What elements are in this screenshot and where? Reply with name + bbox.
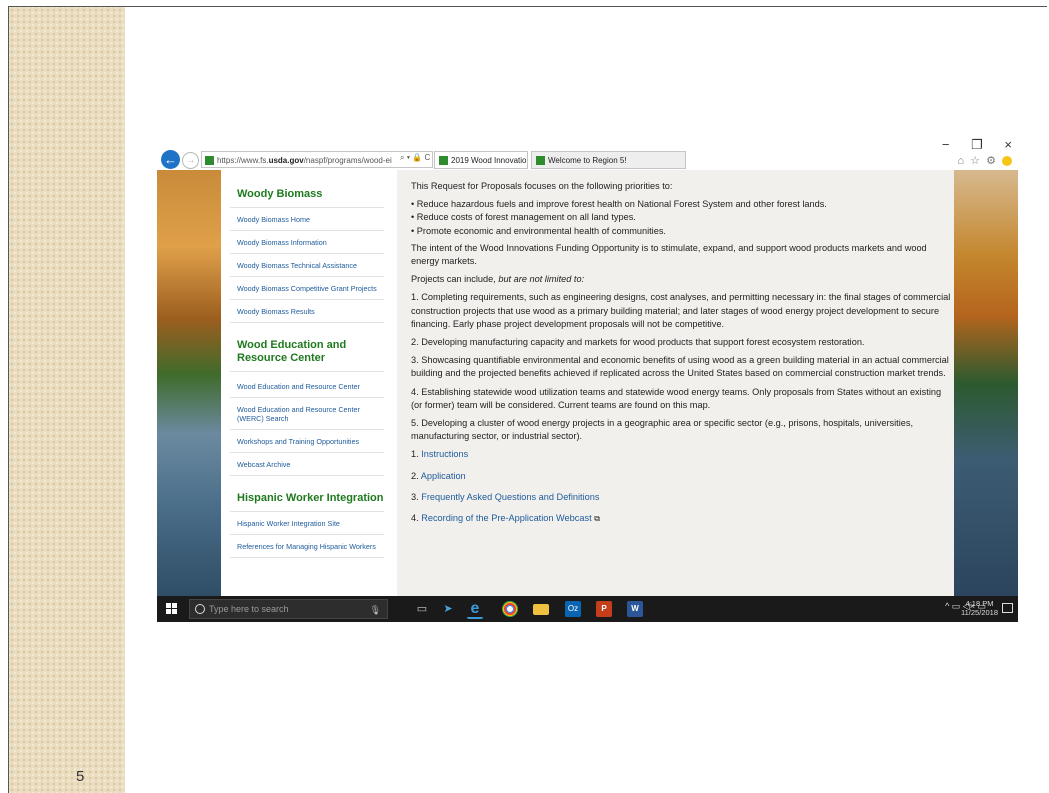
sidebar-link[interactable]: Workshops and Training Opportunities (230, 430, 384, 453)
intent-text: The intent of the Wood Innovations Fundi… (411, 242, 927, 267)
windows-start-icon[interactable] (166, 603, 177, 614)
project-item: 4. Establishing statewide wood utilizati… (411, 386, 942, 410)
browser-right-icons: ⌂ ☆ ⚙ (954, 154, 1012, 167)
address-bar-icons[interactable]: ⌕ ▾ 🔒 C (400, 153, 430, 163)
sidebar: Woody Biomass Woody Biomass Home Woody B… (221, 170, 397, 596)
sidebar-link[interactable]: Woody Biomass Information (230, 231, 384, 254)
projects-intro: Projects can include, but are not limite… (411, 274, 585, 285)
task-view-icon[interactable]: ▭ (414, 601, 430, 617)
sidebar-link[interactable]: References for Managing Hispanic Workers (230, 535, 384, 558)
tab-wood-innovations[interactable]: 2019 Wood Innovations Pro...× (434, 151, 528, 169)
webcast-recording-link[interactable]: Recording of the Pre-Application Webcast (421, 513, 591, 523)
doc-link-item: 3. Frequently Asked Questions and Defini… (411, 491, 600, 502)
sidebar-link[interactable]: Woody Biomass Results (230, 300, 384, 323)
sidebar-heading-werc: Wood Education and Resource Center (230, 323, 384, 372)
browser-screenshot: − ❐ × ← → https://www.fs.usda.gov/naspf/… (157, 134, 1018, 622)
browser-toolbar: − ❐ × ← → https://www.fs.usda.gov/naspf/… (157, 134, 1018, 170)
microphone-icon[interactable]: 🎙 (370, 601, 381, 619)
project-item: 2. Developing manufacturing capacity and… (411, 337, 865, 348)
decorative-band (9, 7, 125, 793)
address-bar[interactable]: https://www.fs.usda.gov/naspf/programs/w… (201, 151, 433, 168)
faq-link[interactable]: Frequently Asked Questions and Definitio… (421, 492, 599, 502)
autumn-forest-background (157, 170, 221, 596)
sidebar-link[interactable]: Woody Biomass Competitive Grant Projects (230, 277, 384, 300)
notification-center-icon[interactable] (1002, 603, 1013, 613)
outlook-icon[interactable]: Oz (565, 601, 581, 617)
tab-favicon-icon (536, 156, 545, 166)
chrome-icon[interactable] (502, 601, 518, 617)
sidebar-link[interactable]: Wood Education and Resource Center (230, 372, 384, 398)
powerpoint-icon[interactable]: P (596, 601, 612, 617)
minimize-icon[interactable]: − (942, 137, 950, 152)
file-manager-icon[interactable] (533, 604, 549, 615)
intro-text: This Request for Proposals focuses on th… (411, 181, 673, 191)
tab-region-5[interactable]: Welcome to Region 5! (531, 151, 686, 169)
slide-number: 5 (76, 768, 85, 785)
sidebar-heading-hispanic-worker: Hispanic Worker Integration (230, 476, 384, 512)
doc-link-item: 4. Recording of the Pre-Application Webc… (411, 513, 600, 524)
instructions-link[interactable]: Instructions (421, 449, 468, 459)
doc-link-item: 2. Application (411, 470, 466, 481)
project-item: 1. Completing requirements, such as engi… (411, 292, 951, 329)
sidebar-link[interactable]: Woody Biomass Technical Assistance (230, 254, 384, 277)
priority-bullet: • Reduce costs of forest management on a… (411, 212, 636, 223)
word-icon[interactable]: W (627, 601, 643, 617)
project-item: 5. Developing a cluster of wood energy p… (411, 418, 913, 442)
doc-link-item: 1. Instructions (411, 449, 469, 460)
taskbar-clock[interactable]: 4:18 PM 11/25/2018 (961, 599, 998, 617)
autumn-forest-background (954, 170, 1018, 596)
taskbar-search-input[interactable]: Type here to search 🎙 (189, 599, 388, 619)
main-content: This Request for Proposals focuses on th… (397, 170, 954, 596)
close-icon[interactable]: × (1004, 137, 1012, 152)
back-arrow-icon[interactable]: ← (161, 150, 180, 169)
external-link-icon: ⧉ (594, 514, 600, 524)
application-link[interactable]: Application (421, 471, 466, 481)
tab-favicon-icon (439, 156, 448, 166)
windows-taskbar: Type here to search 🎙 ▭ ➤ e Oz P W ^ ▭ ◁… (157, 596, 1018, 622)
feedback-smiley-icon[interactable] (1002, 156, 1012, 167)
settings-icon[interactable]: ⚙ (986, 155, 996, 167)
sidebar-link[interactable]: Hispanic Worker Integration Site (230, 512, 384, 535)
forward-arrow-icon[interactable]: → (182, 152, 199, 169)
site-favicon-icon (205, 156, 214, 166)
priority-bullet: • Reduce hazardous fuels and improve for… (411, 199, 827, 210)
file-explorer-icon[interactable]: ➤ (440, 601, 456, 617)
page-viewport: Woody Biomass Woody Biomass Home Woody B… (157, 170, 1018, 596)
sidebar-heading-woody-biomass: Woody Biomass (230, 170, 384, 208)
home-icon[interactable]: ⌂ (957, 155, 964, 167)
sidebar-link[interactable]: Woody Biomass Home (230, 208, 384, 231)
sidebar-link[interactable]: Webcast Archive (230, 453, 384, 476)
priority-bullet: • Promote economic and environmental hea… (411, 225, 666, 236)
restore-icon[interactable]: ❐ (971, 137, 983, 153)
project-item: 3. Showcasing quantifiable environmental… (411, 355, 949, 379)
star-icon[interactable]: ☆ (970, 155, 980, 167)
cortana-icon (195, 604, 205, 614)
window-controls: − ❐ × (924, 137, 1012, 153)
sidebar-link[interactable]: Wood Education and Resource Center (WERC… (230, 398, 384, 430)
internet-explorer-icon[interactable]: e (467, 601, 483, 619)
